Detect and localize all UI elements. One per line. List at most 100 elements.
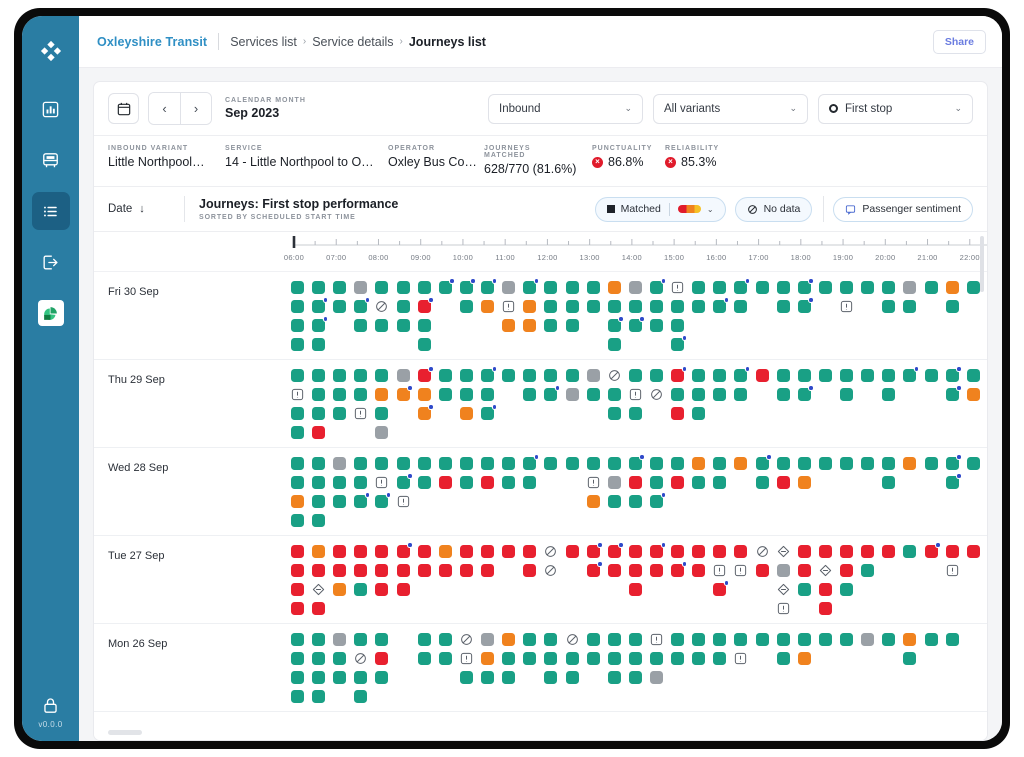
journey-cell[interactable] xyxy=(882,281,896,294)
journey-cell[interactable] xyxy=(861,545,875,558)
journey-cell[interactable] xyxy=(734,545,748,558)
passenger-sentiment-pill[interactable]: Passenger sentiment xyxy=(833,196,973,222)
journey-cell[interactable] xyxy=(523,633,537,646)
journey-cell[interactable] xyxy=(438,545,452,558)
journey-cell[interactable] xyxy=(607,633,621,646)
journey-cell[interactable] xyxy=(354,690,368,703)
journey-cell[interactable] xyxy=(840,369,854,382)
journey-cell[interactable] xyxy=(966,369,980,382)
journey-cell[interactable] xyxy=(523,388,537,401)
journey-cell[interactable] xyxy=(903,457,917,470)
journey-cell[interactable] xyxy=(333,457,347,470)
journey-cell[interactable] xyxy=(544,300,558,313)
journey-cell[interactable] xyxy=(818,633,832,646)
journey-cell[interactable] xyxy=(713,633,727,646)
journey-cell[interactable] xyxy=(291,476,305,489)
journey-cell[interactable] xyxy=(713,545,727,558)
journey-cell[interactable] xyxy=(502,476,516,489)
stop-select[interactable]: First stop ⌄ xyxy=(818,93,973,124)
journey-cell[interactable] xyxy=(565,369,579,382)
journey-cell[interactable] xyxy=(882,300,896,313)
journey-cell[interactable] xyxy=(776,652,790,665)
no-data-cell-icon[interactable] xyxy=(460,633,473,646)
journey-cell[interactable] xyxy=(375,545,389,558)
journey-cell[interactable] xyxy=(882,388,896,401)
journey-cell[interactable] xyxy=(354,583,368,596)
journey-cell[interactable] xyxy=(544,319,558,332)
journey-cell[interactable] xyxy=(734,366,751,382)
journey-cell[interactable] xyxy=(734,457,748,470)
journey-cell[interactable] xyxy=(417,457,431,470)
journey-cell[interactable] xyxy=(312,369,326,382)
journey-cell[interactable] xyxy=(481,652,495,665)
warning-cell-icon[interactable] xyxy=(375,476,388,489)
no-data-cell-icon[interactable] xyxy=(544,545,557,558)
journey-cell[interactable] xyxy=(671,407,685,420)
journey-cell[interactable] xyxy=(671,335,688,351)
journey-cell[interactable] xyxy=(354,564,368,577)
journey-cell[interactable] xyxy=(692,300,706,313)
journey-cell[interactable] xyxy=(417,545,431,558)
journey-cell[interactable] xyxy=(312,495,326,508)
journey-cell[interactable] xyxy=(544,652,558,665)
brand-title[interactable]: Oxleyshire Transit xyxy=(97,35,207,49)
journey-cell[interactable] xyxy=(713,476,727,489)
journey-cell[interactable] xyxy=(565,319,579,332)
journey-cell[interactable] xyxy=(396,300,410,313)
journey-cell[interactable] xyxy=(544,385,561,401)
journey-cell[interactable] xyxy=(628,545,642,558)
journey-cell[interactable] xyxy=(396,281,410,294)
warning-cell-icon[interactable] xyxy=(587,476,600,489)
journey-cell[interactable] xyxy=(924,542,941,558)
journey-cell[interactable] xyxy=(312,602,326,615)
journey-cell[interactable] xyxy=(459,671,473,684)
journey-cell[interactable] xyxy=(607,281,621,294)
no-data-cell-icon[interactable] xyxy=(650,388,663,401)
journey-cell[interactable] xyxy=(375,652,389,665)
journey-cell[interactable] xyxy=(797,457,811,470)
journey-cell[interactable] xyxy=(692,545,706,558)
journey-cell[interactable] xyxy=(312,633,326,646)
journey-cell[interactable] xyxy=(818,369,832,382)
journey-cell[interactable] xyxy=(924,369,938,382)
journey-cell[interactable] xyxy=(671,652,685,665)
sidebar-item-journeys[interactable] xyxy=(31,192,70,230)
journey-cell[interactable] xyxy=(459,369,473,382)
journey-cell[interactable] xyxy=(776,300,790,313)
journey-cell[interactable] xyxy=(903,633,917,646)
journey-cell[interactable] xyxy=(396,542,413,558)
journey-cell[interactable] xyxy=(312,388,326,401)
warning-cell-icon[interactable] xyxy=(291,388,304,401)
journey-cell[interactable] xyxy=(396,319,410,332)
journey-cell[interactable] xyxy=(671,319,685,332)
journey-cell[interactable] xyxy=(755,564,769,577)
journey-cell[interactable] xyxy=(481,457,495,470)
journey-cell[interactable] xyxy=(692,388,706,401)
journey-cell[interactable] xyxy=(650,476,664,489)
journey-cell[interactable] xyxy=(628,281,642,294)
journey-cell[interactable] xyxy=(650,319,664,332)
horizontal-scrollbar[interactable] xyxy=(108,730,142,735)
journey-cell[interactable] xyxy=(481,366,498,382)
journey-cell[interactable] xyxy=(312,545,326,558)
journey-cell[interactable] xyxy=(628,583,642,596)
journey-cell[interactable] xyxy=(861,633,875,646)
journey-cell[interactable] xyxy=(797,278,814,294)
journey-cell[interactable] xyxy=(375,369,389,382)
journey-cell[interactable] xyxy=(861,564,875,577)
journey-cell[interactable] xyxy=(607,671,621,684)
journey-cell[interactable] xyxy=(459,278,476,294)
journey-cell[interactable] xyxy=(417,281,431,294)
journey-cell[interactable] xyxy=(607,300,621,313)
journey-cell[interactable] xyxy=(333,495,347,508)
journey-cell[interactable] xyxy=(523,300,537,313)
warning-cell-icon[interactable] xyxy=(734,652,747,665)
journey-cell[interactable] xyxy=(755,454,772,470)
journey-cell[interactable] xyxy=(523,369,537,382)
journey-cell[interactable] xyxy=(523,545,537,558)
journey-cell[interactable] xyxy=(692,633,706,646)
journey-cell[interactable] xyxy=(692,476,706,489)
journey-cell[interactable] xyxy=(354,476,368,489)
journey-cell[interactable] xyxy=(459,388,473,401)
journey-cell[interactable] xyxy=(945,300,959,313)
